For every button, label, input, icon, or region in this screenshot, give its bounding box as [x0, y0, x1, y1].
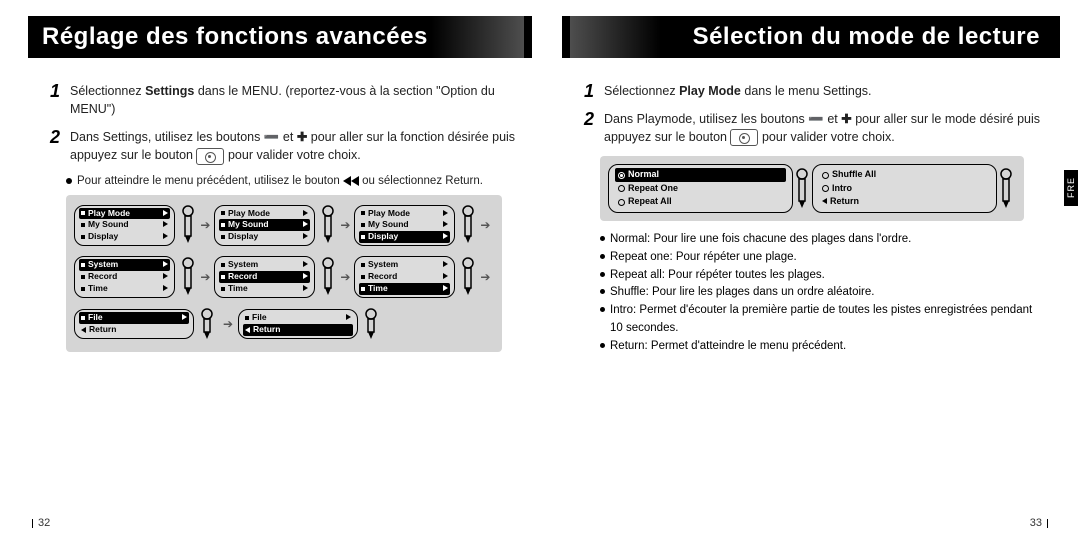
right-step-2: 2 Dans Playmode, utilisez les boutons ➖ …: [584, 110, 1046, 146]
arrow-right-icon: ➔: [199, 270, 212, 284]
enter-button-icon: [196, 148, 224, 165]
pen-stylus-icon: [321, 257, 335, 297]
arrow-right-icon: ➔: [339, 270, 352, 284]
play-mode-panel: Normal Repeat One Repeat All Shuffle All…: [600, 156, 1024, 221]
enter-button-icon: [730, 129, 758, 146]
settings-screen-5: System Record Time: [214, 256, 315, 298]
settings-screen-6: System Record Time: [354, 256, 455, 298]
left-note: Pour atteindre le menu précédent, utilis…: [66, 175, 524, 187]
pen-stylus-icon: [461, 257, 475, 297]
minus-icon: ➖: [808, 112, 824, 126]
right-title: Sélection du mode de lecture: [679, 23, 1054, 51]
settings-screen-4: System Record Time: [74, 256, 175, 298]
pen-stylus-icon: [321, 205, 335, 245]
minus-icon: ➖: [264, 130, 280, 144]
page-number-left: 32: [32, 517, 50, 529]
plus-icon: ✚: [841, 112, 851, 126]
settings-screen-2: Play Mode My Sound Display: [214, 205, 315, 247]
pen-stylus-icon: [795, 168, 810, 210]
left-step-1: 1 Sélectionnez Settings dans le MENU. (r…: [50, 82, 524, 118]
arrow-right-icon: ➔: [479, 218, 492, 232]
language-tab: FRE: [1064, 170, 1078, 206]
play-mode-screen-right: Shuffle All Intro Return: [812, 164, 997, 213]
left-step-2: 2 Dans Settings, utilisez les boutons ➖ …: [50, 128, 524, 164]
pen-stylus-icon: [181, 257, 195, 297]
page-number-right: 33: [1030, 517, 1048, 529]
left-title: Réglage des fonctions avancées: [28, 23, 442, 51]
arrow-right-icon: ➔: [339, 218, 352, 232]
settings-screen-3: Play Mode My Sound Display: [354, 205, 455, 247]
play-mode-descriptions: Normal: Pour lire une fois chacune des p…: [600, 231, 1046, 356]
pen-stylus-icon: [181, 205, 195, 245]
play-mode-screen-left: Normal Repeat One Repeat All: [608, 164, 793, 213]
arrow-right-icon: ➔: [220, 317, 236, 331]
rewind-icon: [343, 176, 359, 186]
settings-screen-7: File Return: [74, 309, 194, 339]
pen-stylus-icon: [461, 205, 475, 245]
right-step-1: 1 Sélectionnez Play Mode dans le menu Se…: [584, 82, 1046, 100]
pen-stylus-icon: [999, 168, 1014, 210]
left-title-bar: Réglage des fonctions avancées: [28, 16, 532, 58]
arrow-right-icon: ➔: [199, 218, 212, 232]
pen-stylus-icon: [200, 308, 216, 340]
pen-stylus-icon: [364, 308, 380, 340]
settings-screen-1: Play Mode My Sound Display: [74, 205, 175, 247]
plus-icon: ✚: [297, 130, 307, 144]
settings-screen-8: File Return: [238, 309, 358, 339]
arrow-right-icon: ➔: [479, 270, 492, 284]
left-screens-panel: Play Mode My Sound Display ➔ Play Mode M…: [66, 195, 502, 352]
right-title-bar: Sélection du mode de lecture: [562, 16, 1054, 58]
